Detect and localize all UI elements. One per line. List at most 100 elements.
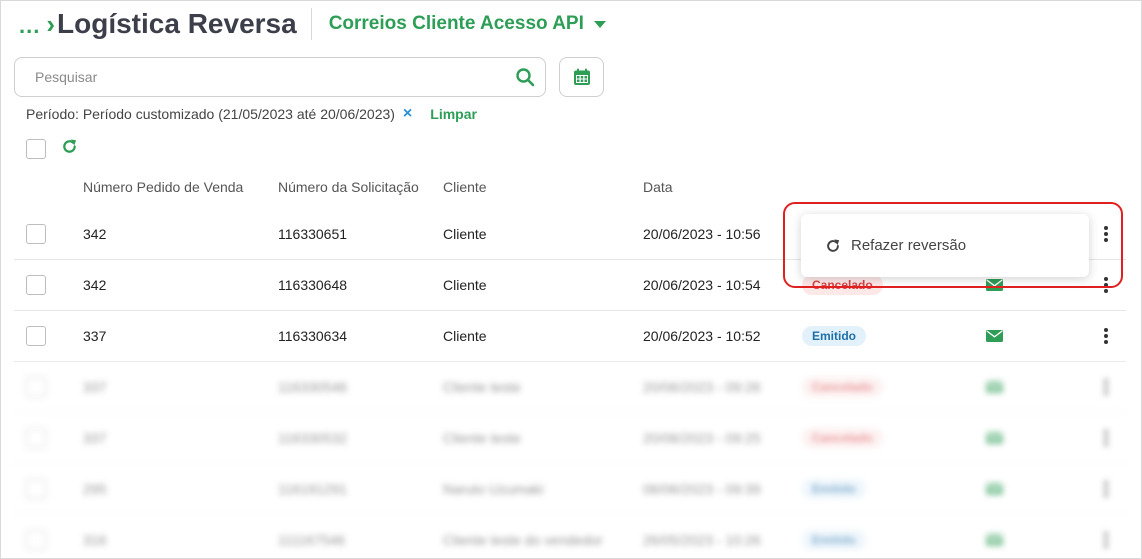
kebab-menu-icon[interactable] [1096,277,1116,293]
row-checkbox[interactable] [26,428,46,448]
kebab-menu-icon[interactable] [1096,430,1116,446]
row-checkbox-cell [26,413,46,463]
status-badge: Cancelado [802,275,883,295]
cliente-cell: Cliente teste do vendedor [443,532,603,548]
row-checkbox[interactable] [26,326,46,346]
row-checkbox[interactable] [26,224,46,244]
email-cell [986,362,1003,412]
column-header-data[interactable]: Data [643,179,673,195]
active-filter: Período: Período customizado (21/05/2023… [26,105,477,123]
kebab-menu-icon[interactable] [1096,481,1116,497]
page-header: ... › Logística Reversa Correios Cliente… [19,6,606,42]
row-checkbox[interactable] [26,530,46,550]
solicitacao-cell: 116330532 [278,430,348,446]
column-header-cliente[interactable]: Cliente [443,179,487,195]
cliente-cell: Cliente [443,226,487,242]
cliente-cell: Cliente [443,328,487,344]
table-row[interactable]: 337 116330634 Cliente 20/06/2023 - 10:52 Emi… [14,311,1126,362]
data-cell: 20/06/2023 - 09:26 [643,379,761,395]
row-checkbox-cell [26,209,46,259]
cliente-cell: Cliente [443,277,487,293]
row-actions-cell [1096,362,1116,412]
envelope-icon[interactable] [986,483,1003,495]
row-checkbox-cell [26,515,46,558]
search-button[interactable] [505,58,545,96]
cliente-cell: Naruto Uzumaki [443,481,544,497]
table-row[interactable]: 337 116330546 Cliente teste 20/06/2023 - 09… [14,362,1126,413]
kebab-menu-icon[interactable] [1096,226,1116,242]
solicitacao-cell: 116330651 [278,226,348,242]
data-cell: 20/06/2023 - 09:25 [643,430,761,446]
kebab-menu-icon[interactable] [1096,379,1116,395]
pedido-cell: 342 [83,226,107,242]
data-cell: 20/06/2023 - 10:52 [643,328,761,344]
select-all-checkbox[interactable] [26,139,46,159]
email-cell [986,413,1003,463]
header-divider [310,8,312,40]
row-actions-cell [1096,413,1116,463]
status-cell: Emitido [802,311,866,361]
envelope-icon[interactable] [986,432,1003,444]
data-cell: 20/06/2023 - 10:56 [643,226,761,242]
email-cell [986,515,1003,558]
search-input[interactable] [15,58,505,96]
remove-filter-icon[interactable]: × [403,105,412,123]
solicitacao-cell: 116330546 [278,379,348,395]
pedido-cell: 295 [83,481,107,497]
chevron-right-icon: › [46,8,56,39]
envelope-icon[interactable] [986,381,1003,393]
row-checkbox-cell [26,464,46,514]
page-title: Logística Reversa [57,8,297,39]
calendar-button[interactable] [559,57,604,97]
row-checkbox[interactable] [26,479,46,499]
data-cell: 06/06/2023 - 09:39 [643,481,761,497]
status-badge: Cancelado [802,377,883,397]
account-selector-label: Correios Cliente Acesso API [328,13,584,34]
row-checkbox[interactable] [26,377,46,397]
status-cell: Cancelado [802,413,883,463]
data-cell: 20/06/2023 - 10:54 [643,277,761,293]
table-row[interactable]: 337 116330532 Cliente teste 20/06/2023 - 09… [14,413,1126,464]
status-cell: Cancelado [802,362,883,412]
solicitacao-cell: 111167546 [278,532,345,548]
envelope-icon[interactable] [986,279,1003,291]
status-badge: Cancelado [802,428,883,448]
data-cell: 26/05/2023 - 10:26 [643,532,761,548]
envelope-icon[interactable] [986,534,1003,546]
row-actions-cell [1096,515,1116,558]
pedido-cell: 337 [83,328,107,344]
refazer-reversao-label: Refazer reversão [851,237,967,254]
breadcrumb-ellipsis[interactable]: ... [19,13,40,39]
row-checkbox-cell [26,362,46,412]
refresh-button[interactable] [61,138,78,160]
row-actions-cell [1096,260,1116,310]
row-checkbox-cell [26,260,46,310]
cliente-cell: Cliente teste [443,379,521,395]
search-box [14,57,546,97]
solicitacao-cell: 116330634 [278,328,348,344]
table-row[interactable]: 316 111167546 Cliente teste do vendedor 26/… [14,515,1126,558]
envelope-icon[interactable] [986,330,1003,342]
refresh-icon [827,238,840,252]
pedido-cell: 316 [83,532,107,548]
account-selector[interactable]: Correios Cliente Acesso API [329,13,606,35]
solicitacao-cell: 116191291 [278,481,348,497]
caret-down-icon [593,20,606,28]
status-badge: Emitido [802,326,866,346]
column-header-solicitacao[interactable]: Número da Solicitação [278,179,419,195]
row-checkbox[interactable] [26,275,46,295]
refazer-reversao-menu-item[interactable]: Refazer reversão [801,214,1089,277]
kebab-menu-icon[interactable] [1096,532,1116,548]
clear-filters-button[interactable]: Limpar [430,106,477,122]
email-cell [986,311,1003,361]
search-icon [516,68,535,87]
pedido-cell: 342 [83,277,107,293]
column-header-pedido[interactable]: Número Pedido de Venda [83,179,243,195]
email-cell [986,464,1003,514]
kebab-menu-icon[interactable] [1096,328,1116,344]
row-actions-cell [1096,464,1116,514]
table-row[interactable]: 295 116191291 Naruto Uzumaki 06/06/2023 - 0… [14,464,1126,515]
pedido-cell: 337 [83,430,107,446]
refresh-icon [63,139,77,153]
page-frame: ... › Logística Reversa Correios Cliente… [0,0,1142,559]
